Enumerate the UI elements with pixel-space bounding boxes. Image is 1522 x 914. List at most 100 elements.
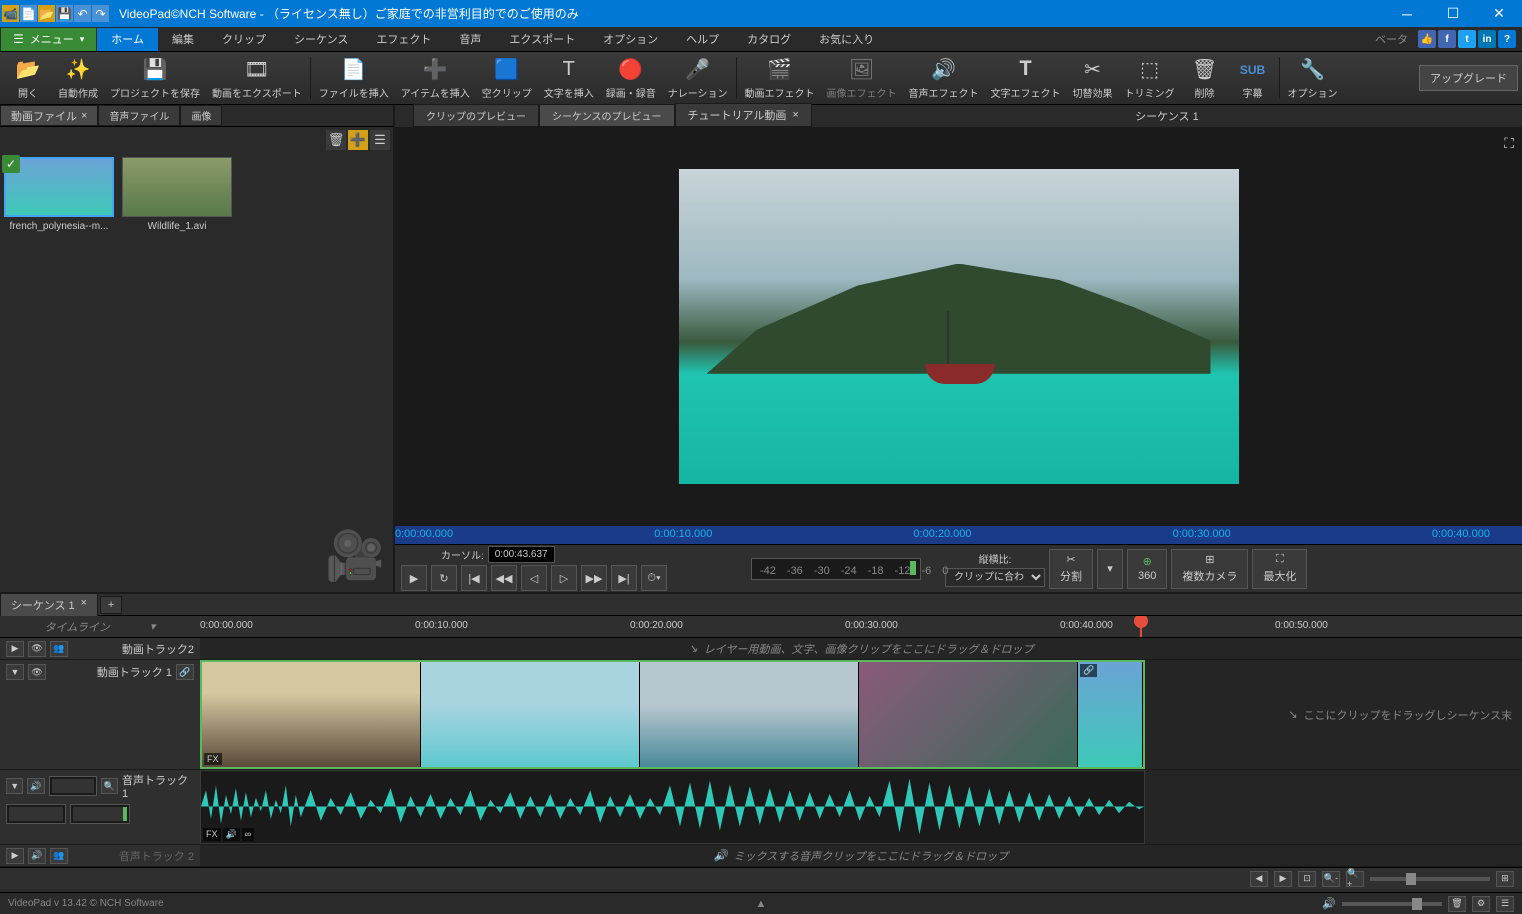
menu-tab-favorite[interactable]: お気に入り <box>805 28 888 51</box>
ribbon-transition[interactable]: ✂切替効果 <box>1067 53 1119 103</box>
prev-button[interactable]: ◀◀ <box>491 565 517 591</box>
bin-tab-audio[interactable]: 音声ファイル <box>98 105 180 126</box>
ribbon-blank-clip[interactable]: 🟦空クリップ <box>476 53 538 103</box>
link-icon[interactable]: 🔗 <box>1080 664 1097 677</box>
fx-badge[interactable]: FX <box>203 828 221 841</box>
loop-badge[interactable]: ∞ <box>242 828 254 841</box>
ribbon-save[interactable]: 💾プロジェクトを保存 <box>104 53 206 103</box>
menu-button[interactable]: メニュー <box>1 28 96 51</box>
expand-icon[interactable]: ⛶ <box>1504 135 1514 152</box>
play-button[interactable]: ▶ <box>401 565 427 591</box>
step-fwd-button[interactable]: ▷ <box>551 565 577 591</box>
close-icon[interactable]: × <box>81 110 87 122</box>
add-sequence-button[interactable]: + <box>100 596 122 614</box>
zoom-full-icon[interactable]: ⊞ <box>1496 871 1514 887</box>
bin-list-view[interactable]: ☰ <box>370 130 390 150</box>
like-icon[interactable]: 👍 <box>1418 30 1436 48</box>
facebook-icon[interactable]: f <box>1438 30 1456 48</box>
clip-thumbnail[interactable]: ✓ <box>4 157 114 217</box>
ribbon-subtitle[interactable]: SUB字幕 <box>1229 53 1277 103</box>
linkedin-icon[interactable]: in <box>1478 30 1496 48</box>
track-content[interactable]: 🔊ミックスする音声クリップをここにドラッグ＆ドロップ <box>200 845 1522 866</box>
zoom-slider[interactable] <box>1370 877 1490 881</box>
ribbon-text-fx[interactable]: 𝐓文字エフェクト <box>985 53 1067 103</box>
expand-track-icon[interactable]: ▶ <box>6 641 24 657</box>
step-back-button[interactable]: ◁ <box>521 565 547 591</box>
clip-item[interactable]: Wildlife_1.avi <box>122 157 232 232</box>
close-icon[interactable]: × <box>792 109 798 121</box>
save-icon[interactable]: 💾 <box>56 5 73 22</box>
ribbon-delete[interactable]: 🗑削除 <box>1181 53 1229 103</box>
bin-tab-image[interactable]: 画像 <box>180 105 222 126</box>
playhead[interactable] <box>1140 616 1142 637</box>
upgrade-button[interactable]: アップグレード <box>1419 65 1518 91</box>
menu-tab-export[interactable]: エクスポート <box>495 28 589 51</box>
eye-icon[interactable]: 👁 <box>28 664 46 680</box>
minimize-button[interactable]: ─ <box>1384 0 1430 27</box>
fx-badge[interactable]: FX <box>204 753 222 765</box>
ribbon-export[interactable]: 🎞動画をエクスポート <box>206 53 308 103</box>
menu-tab-catalog[interactable]: カタログ <box>733 28 805 51</box>
volume-slider[interactable] <box>1342 902 1442 906</box>
go-start-button[interactable]: |◀ <box>461 565 487 591</box>
next-button[interactable]: ▶▶ <box>581 565 607 591</box>
collapse-track-icon[interactable]: ▼ <box>6 664 24 680</box>
preview-tab-clip[interactable]: クリップのプレビュー <box>413 104 539 127</box>
menu-icon[interactable]: ☰ <box>1496 896 1514 912</box>
menu-tab-edit[interactable]: 編集 <box>158 28 208 51</box>
scroll-right-icon[interactable]: ▶ <box>1274 871 1292 887</box>
track-content[interactable]: ↘レイヤー用動画、文字、画像クリップをここにドラッグ＆ドロップ <box>200 638 1522 659</box>
cursor-value[interactable]: 0:00:43.637 <box>488 546 555 563</box>
bin-add[interactable]: ➕ <box>348 130 368 150</box>
speaker-icon[interactable]: 🔊 <box>27 778 44 794</box>
ribbon-video-fx[interactable]: 🎬動画エフェクト <box>739 53 821 103</box>
undo-icon[interactable]: ↶ <box>74 5 91 22</box>
zoom-in-icon[interactable]: 🔍+ <box>1346 871 1364 887</box>
eye-icon[interactable]: 👁 <box>28 641 46 657</box>
scroll-left-icon[interactable]: ◀ <box>1250 871 1268 887</box>
expand-track-icon[interactable]: ▶ <box>6 848 24 864</box>
maximize-button[interactable]: ☐ <box>1430 0 1476 27</box>
bin-delete[interactable]: 🗑 <box>326 130 346 150</box>
preview-tab-sequence[interactable]: シーケンスのプレビュー <box>539 104 675 127</box>
ribbon-trim[interactable]: ⬚トリミング <box>1119 53 1181 103</box>
preview-tab-tutorial[interactable]: チュートリアル動画× <box>675 103 812 127</box>
help-icon[interactable]: ? <box>1498 30 1516 48</box>
ribbon-insert-file[interactable]: 📄ファイルを挿入 <box>313 53 395 103</box>
speaker-icon[interactable]: 🔊 <box>28 848 46 864</box>
sequence-tab[interactable]: シーケンス 1× <box>0 593 98 617</box>
track-content[interactable]: FX 🔗 ↘ここにクリップをドラッグしシーケンス末 <box>200 660 1522 769</box>
volume-icon[interactable]: 🔊 <box>1322 897 1336 910</box>
aspect-select[interactable]: クリップに合わせる <box>945 568 1045 587</box>
menu-tab-audio[interactable]: 音声 <box>445 28 495 51</box>
fit-icon[interactable]: ⊡ <box>1298 871 1316 887</box>
twitter-icon[interactable]: t <box>1458 30 1476 48</box>
people-icon[interactable]: 👥 <box>50 641 68 657</box>
settings-icon[interactable]: ⚙ <box>1472 896 1490 912</box>
close-icon[interactable]: × <box>81 597 87 613</box>
ribbon-audio-fx[interactable]: 🔊音声エフェクト <box>903 53 985 103</box>
link-icon[interactable]: 🔗 <box>176 664 194 680</box>
menu-tab-help[interactable]: ヘルプ <box>672 28 733 51</box>
expand-handle-icon[interactable]: ▲ <box>756 898 767 910</box>
track-content[interactable]: FX 🔊 ∞ <box>200 770 1522 844</box>
ribbon-narration[interactable]: 🎤ナレーション <box>662 53 734 103</box>
ribbon-insert-text[interactable]: T文字を挿入 <box>538 53 600 103</box>
audio-clip[interactable]: FX 🔊 ∞ <box>200 770 1145 844</box>
ribbon-insert-item[interactable]: ➕アイテムを挿入 <box>395 53 476 103</box>
zoom-out-icon[interactable]: 🔍- <box>1322 871 1340 887</box>
bin-tab-video[interactable]: 動画ファイル× <box>0 105 98 126</box>
menu-tab-sequence[interactable]: シーケンス <box>280 28 362 51</box>
speed-button[interactable]: ⏱▾ <box>641 565 667 591</box>
ribbon-record[interactable]: 🔴録画・録音 <box>600 53 662 103</box>
menu-tab-option[interactable]: オプション <box>589 28 672 51</box>
trash-icon[interactable]: 🗑 <box>1448 896 1466 912</box>
speaker-badge[interactable]: 🔊 <box>223 828 240 841</box>
ribbon-options[interactable]: 🔧オプション <box>1282 53 1344 103</box>
clip-item[interactable]: ✓ french_polynesia--m... <box>4 157 114 232</box>
new-icon[interactable]: 📄 <box>20 5 37 22</box>
go-end-button[interactable]: ▶| <box>611 565 637 591</box>
clip-thumbnail[interactable] <box>122 157 232 217</box>
bin-content[interactable]: ✓ french_polynesia--m... Wildlife_1.avi … <box>0 153 393 592</box>
close-button[interactable]: ✕ <box>1476 0 1522 27</box>
